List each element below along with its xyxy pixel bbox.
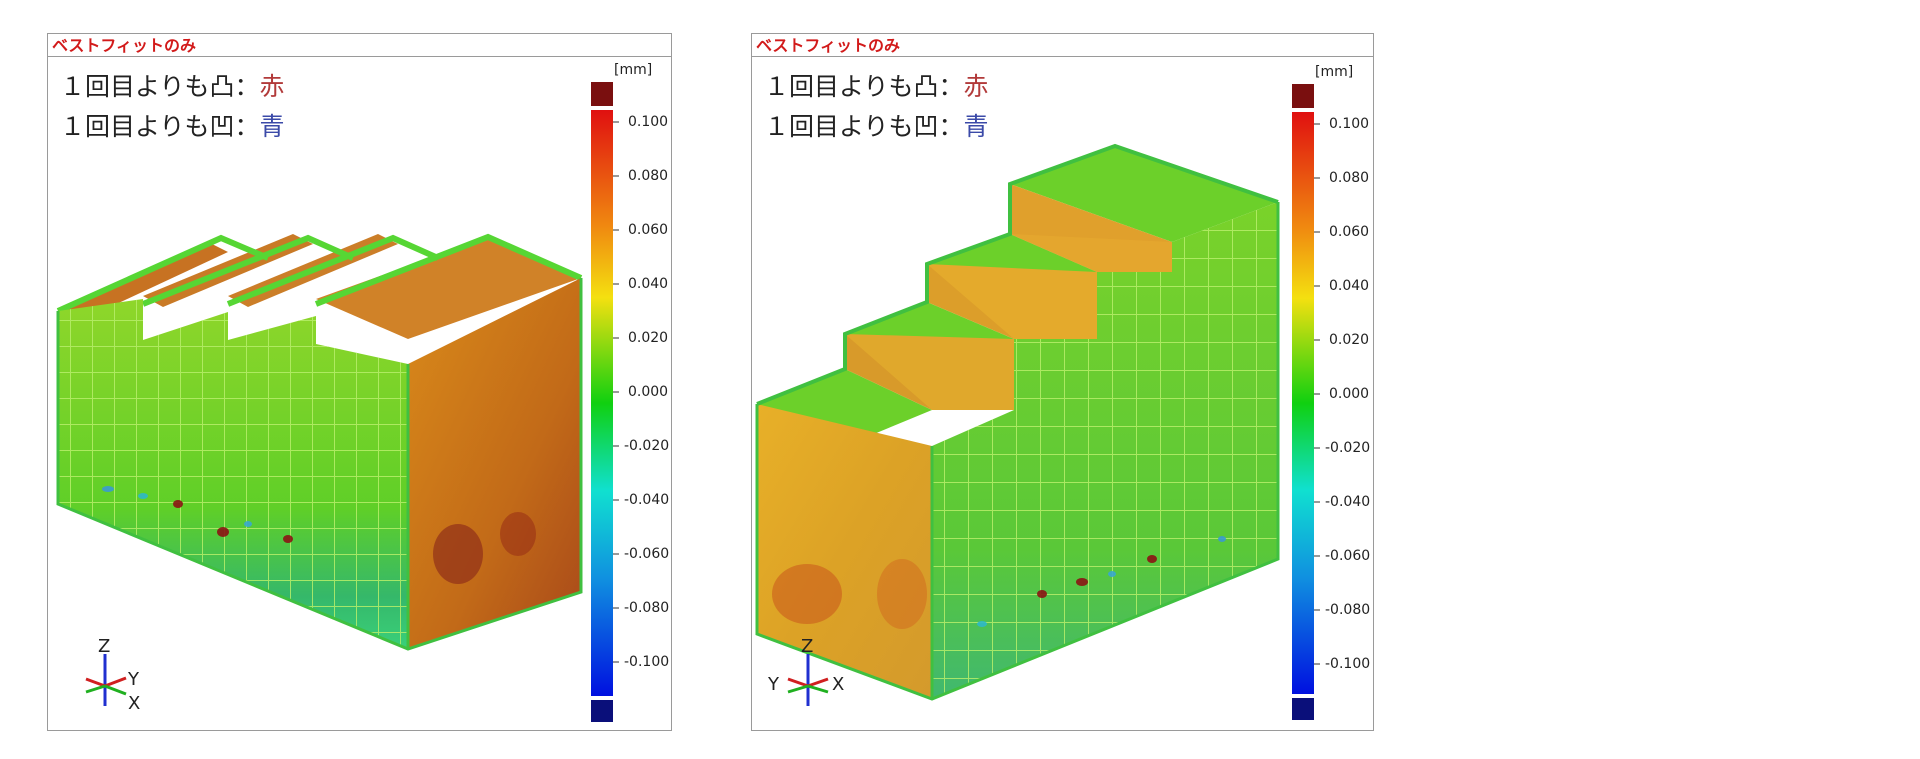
colorbar-tick: -0.040 xyxy=(624,492,670,508)
axis-triad-right: Z Y X xyxy=(767,636,844,706)
colorbar-tick: 0.060 xyxy=(628,222,669,238)
colorbar-tick: 0.080 xyxy=(1329,170,1370,186)
colorbar-gradient xyxy=(1292,112,1314,694)
colorbar-tick: 0.100 xyxy=(628,114,669,130)
colorbar-gradient xyxy=(591,110,613,696)
legend-text: １回目よりも凸： xyxy=(764,72,964,101)
legend-color-word-blue: 青 xyxy=(963,112,989,141)
legend-line-concave: １回目よりも凹：青 xyxy=(60,107,285,147)
deviation-view-right: ベストフィットのみ １回目よりも凸：赤 １回目よりも凹：青 [mm] 0.100… xyxy=(751,33,1374,731)
axis-y-label: Y xyxy=(767,674,780,695)
colorbar-tick: -0.100 xyxy=(624,654,670,670)
deviation-view-left: ベストフィットのみ １回目よりも凸：赤 １回目よりも凹：青 [mm] 0.100… xyxy=(47,33,672,731)
legend-color-word-red: 赤 xyxy=(259,72,285,101)
axis-triad-left: Z Y X xyxy=(85,636,140,714)
legend-line-concave: １回目よりも凹：青 xyxy=(764,107,989,147)
axis-z-label: Z xyxy=(801,636,813,657)
axis-y-label: Y xyxy=(127,669,140,690)
colorbar-tick: 0.020 xyxy=(1329,332,1370,348)
colorbar-tick: -0.080 xyxy=(1325,602,1371,618)
legend-text: １回目よりも凹： xyxy=(764,112,964,141)
colorbar-tick: 0.080 xyxy=(628,168,669,184)
under-range-swatch xyxy=(591,700,613,722)
colorbar-tick: -0.020 xyxy=(1325,440,1371,456)
legend-text: １回目よりも凸： xyxy=(60,72,260,101)
colorbar-tick: -0.060 xyxy=(624,546,670,562)
legend-color-word-blue: 青 xyxy=(259,112,285,141)
colorbar-tick: -0.040 xyxy=(1325,494,1371,510)
under-range-swatch xyxy=(1292,698,1314,720)
legend-line-convex: １回目よりも凸：赤 xyxy=(764,67,989,107)
legend-annotation: １回目よりも凸：赤 １回目よりも凹：青 xyxy=(60,67,285,147)
colorbar-tick: 0.040 xyxy=(628,276,669,292)
colorbar-unit: [mm] xyxy=(614,62,653,78)
legend-line-convex: １回目よりも凸：赤 xyxy=(60,67,285,107)
over-range-swatch xyxy=(591,82,613,106)
axis-z-label: Z xyxy=(98,636,110,657)
colorbar-tick: 0.100 xyxy=(1329,116,1370,132)
colorbar-tick: -0.100 xyxy=(1325,656,1371,672)
model-side-face xyxy=(408,278,581,649)
legend-annotation: １回目よりも凸：赤 １回目よりも凹：青 xyxy=(764,67,989,147)
colorbar-tick: 0.040 xyxy=(1329,278,1370,294)
colorbar-tick: 0.060 xyxy=(1329,224,1370,240)
legend-text: １回目よりも凹： xyxy=(60,112,260,141)
over-range-swatch xyxy=(1292,84,1314,108)
colorbar-tick: -0.020 xyxy=(624,438,670,454)
colorbar-tick: -0.080 xyxy=(624,600,670,616)
colorbar-tick: 0.000 xyxy=(1329,386,1370,402)
colorbar-tick: 0.020 xyxy=(628,330,669,346)
axis-x-label: X xyxy=(832,674,844,695)
colorbar-tick: 0.000 xyxy=(628,384,669,400)
colorbar-tick: -0.060 xyxy=(1325,548,1371,564)
colorbar-unit: [mm] xyxy=(1315,64,1354,80)
axis-x-label: X xyxy=(128,693,140,714)
legend-color-word-red: 赤 xyxy=(963,72,989,101)
